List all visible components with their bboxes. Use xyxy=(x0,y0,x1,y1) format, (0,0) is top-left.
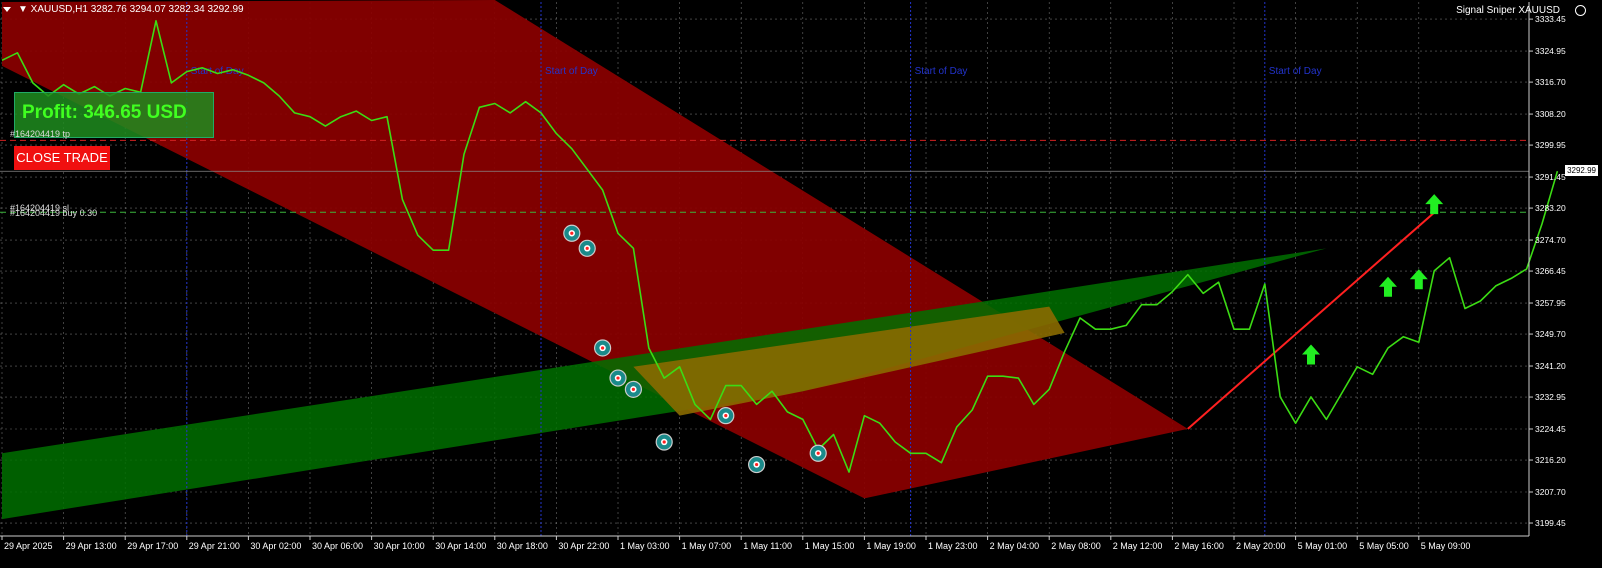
marker-dot xyxy=(585,246,589,250)
marker-dot xyxy=(816,451,820,455)
x-tick-label: 29 Apr 21:00 xyxy=(189,541,240,551)
x-tick-label: 30 Apr 02:00 xyxy=(250,541,301,551)
x-tick-label: 30 Apr 22:00 xyxy=(558,541,609,551)
marker-dot xyxy=(601,346,605,350)
indicator-name: Signal Sniper XAUUSD xyxy=(1456,5,1560,16)
x-tick-label: 1 May 23:00 xyxy=(928,541,978,551)
y-tick-label: 3283.20 xyxy=(1535,203,1566,213)
x-tick-label: 30 Apr 14:00 xyxy=(435,541,486,551)
buy-arrow-icon xyxy=(1379,276,1397,297)
y-tick-label: 3299.95 xyxy=(1535,140,1566,150)
sell-signal-marker xyxy=(563,224,581,242)
x-tick-label: 30 Apr 06:00 xyxy=(312,541,363,551)
buy-arrow-icon xyxy=(1302,344,1320,365)
current-price-tag: 3292.99 xyxy=(1565,165,1598,177)
x-tick-label: 2 May 12:00 xyxy=(1113,541,1163,551)
x-tick-label: 1 May 19:00 xyxy=(866,541,916,551)
x-tick-label: 2 May 04:00 xyxy=(990,541,1040,551)
buy-arrow-icon xyxy=(1409,269,1428,290)
x-tick-label: 30 Apr 10:00 xyxy=(374,541,425,551)
y-tick-label: 3291.45 xyxy=(1535,172,1566,182)
x-tick-label: 1 May 15:00 xyxy=(805,541,855,551)
sell-signal-marker xyxy=(747,455,766,474)
sell-signal-marker xyxy=(809,444,827,462)
x-tick-label: 2 May 16:00 xyxy=(1174,541,1224,551)
x-tick-label: 2 May 08:00 xyxy=(1051,541,1101,551)
y-tick-label: 3324.95 xyxy=(1535,46,1566,56)
price-chart[interactable]: Start of Day Start of Day Start of Day Star… xyxy=(0,0,1602,568)
x-tick-label: 29 Apr 13:00 xyxy=(66,541,117,551)
tp-label: #164204419 tp xyxy=(10,129,71,139)
x-tick-label: 30 Apr 18:00 xyxy=(497,541,548,551)
y-tick-label: 3207.70 xyxy=(1535,487,1566,497)
y-tick-label: 3224.45 xyxy=(1535,424,1566,434)
y-tick-label: 3266.45 xyxy=(1535,266,1566,276)
buy-arrow-icon xyxy=(1425,194,1444,215)
sell-signal-marker xyxy=(655,433,673,451)
y-tick-label: 3308.20 xyxy=(1535,109,1566,119)
order-label: #164204419 buy 0.30 xyxy=(10,208,98,218)
profit-label: Profit: 346.65 USD xyxy=(22,102,187,123)
y-tick-label: 3257.95 xyxy=(1535,298,1566,308)
day-separator-label: Start of Day xyxy=(545,66,598,77)
sell-signal-marker xyxy=(624,380,643,398)
y-tick-label: 3249.70 xyxy=(1535,329,1566,339)
day-separator-label: Start of Day xyxy=(1269,66,1322,77)
x-tick-label: 29 Apr 17:00 xyxy=(127,541,178,551)
marker-dot xyxy=(616,376,620,380)
chart-menu-icon[interactable] xyxy=(3,7,11,12)
sell-signal-marker xyxy=(717,407,735,425)
y-tick-label: 3199.45 xyxy=(1535,518,1566,528)
x-tick-label: 5 May 09:00 xyxy=(1421,541,1471,551)
marker-dot xyxy=(570,231,574,235)
x-tick-label: 2 May 20:00 xyxy=(1236,541,1286,551)
marker-dot xyxy=(724,414,728,418)
x-tick-label: 1 May 07:00 xyxy=(682,541,732,551)
marker-dot xyxy=(631,387,636,391)
marker-dot xyxy=(755,462,759,467)
x-tick-label: 5 May 05:00 xyxy=(1359,541,1409,551)
y-tick-label: 3274.70 xyxy=(1535,235,1566,245)
x-tick-label: 5 May 01:00 xyxy=(1298,541,1348,551)
x-tick-label: 1 May 11:00 xyxy=(743,541,792,551)
y-tick-label: 3232.95 xyxy=(1535,392,1566,402)
marker-dot xyxy=(662,440,666,444)
x-tick-label: 29 Apr 2025 xyxy=(4,541,53,551)
y-tick-label: 3241.20 xyxy=(1535,361,1566,371)
sell-signal-marker xyxy=(609,369,627,387)
sell-signal-marker xyxy=(578,239,596,257)
y-tick-label: 3316.70 xyxy=(1535,77,1566,87)
sell-signal-marker xyxy=(593,339,612,357)
y-tick-label: 3216.20 xyxy=(1535,455,1566,465)
symbol-info: ▼ XAUUSD,H1 3282.76 3294.07 3282.34 3292… xyxy=(18,4,244,15)
expert-smile-icon[interactable] xyxy=(1575,5,1586,16)
close-trade-button[interactable]: CLOSE TRADE xyxy=(14,146,110,170)
day-separator-label: Start of Day xyxy=(915,66,968,77)
x-tick-label: 1 May 03:00 xyxy=(620,541,670,551)
